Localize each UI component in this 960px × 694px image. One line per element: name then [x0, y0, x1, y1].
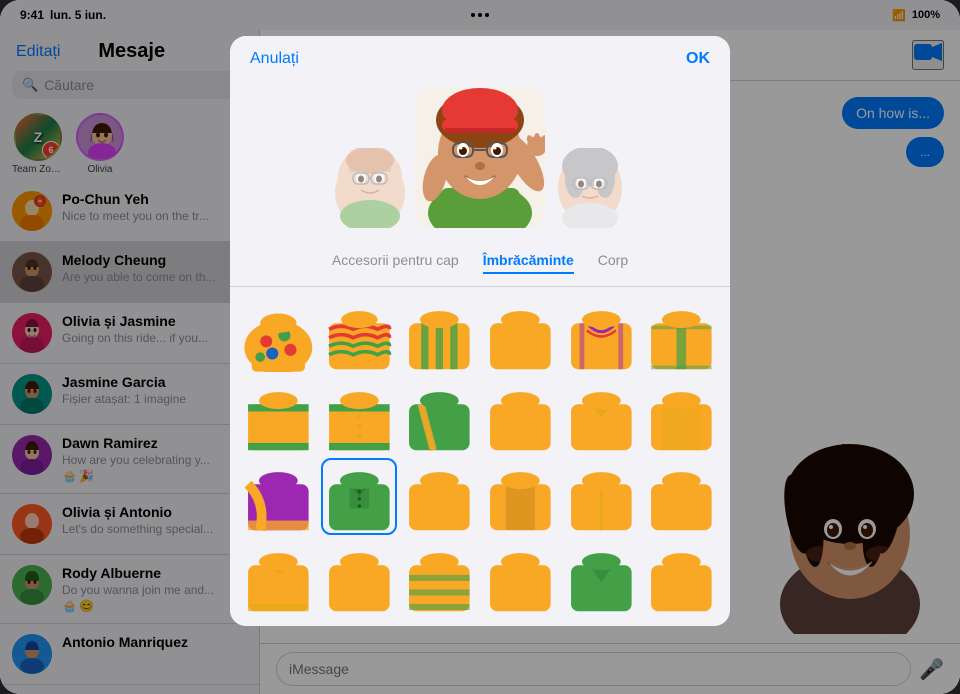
memoji-preview-row: [230, 78, 730, 244]
clothing-item-19[interactable]: [240, 539, 317, 616]
clothing-item-21[interactable]: [401, 539, 478, 616]
tab-clothing[interactable]: Îmbrăcăminte: [483, 252, 574, 274]
clothing-item-11[interactable]: [563, 378, 640, 455]
clothing-item-12[interactable]: [643, 378, 720, 455]
clothing-item-5[interactable]: [563, 297, 640, 374]
clothing-item-22[interactable]: [482, 539, 559, 616]
ok-button[interactable]: OK: [686, 50, 710, 68]
clothing-item-2[interactable]: [321, 297, 398, 374]
memoji-preview-right: [555, 148, 625, 228]
clothing-grid: [230, 287, 730, 626]
clothing-item-8[interactable]: [321, 378, 398, 455]
clothing-item-10[interactable]: [482, 378, 559, 455]
clothing-item-3[interactable]: [401, 297, 478, 374]
clothing-item-9[interactable]: [401, 378, 478, 455]
clothing-item-1[interactable]: [240, 297, 317, 374]
modal-overlay: Anulați OK: [0, 0, 960, 694]
modal-header: Anulați OK: [230, 36, 730, 78]
clothing-item-6[interactable]: [643, 297, 720, 374]
clothing-item-18[interactable]: [643, 458, 720, 535]
cancel-button[interactable]: Anulați: [250, 50, 299, 68]
memoji-preview-left: [335, 148, 405, 228]
tab-accessories[interactable]: Accesorii pentru cap: [332, 252, 459, 274]
category-tabs: Accesorii pentru cap Îmbrăcăminte Corp: [230, 244, 730, 287]
clothing-item-4[interactable]: [482, 297, 559, 374]
clothing-item-13[interactable]: [240, 458, 317, 535]
clothing-item-7[interactable]: [240, 378, 317, 455]
clothing-item-24[interactable]: [643, 539, 720, 616]
clothing-item-20[interactable]: [321, 539, 398, 616]
memoji-preview-main: [415, 88, 545, 228]
clothing-item-16[interactable]: [482, 458, 559, 535]
clothing-item-15[interactable]: [401, 458, 478, 535]
clothing-item-14[interactable]: [321, 458, 398, 535]
memoji-customizer-modal: Anulați OK: [230, 36, 730, 626]
clothing-item-17[interactable]: [563, 458, 640, 535]
tab-body[interactable]: Corp: [598, 252, 628, 274]
clothing-item-23[interactable]: [563, 539, 640, 616]
